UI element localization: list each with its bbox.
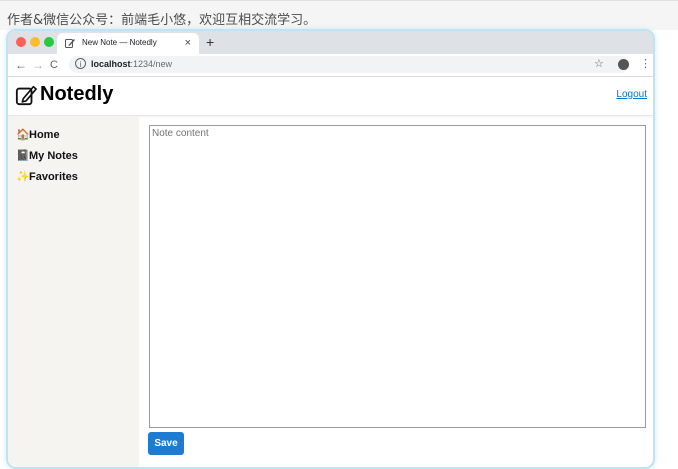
caption-bar: 作者&微信公众号：前端毛小悠，欢迎互相交流学习。 — [0, 0, 678, 30]
memo-logo-icon — [15, 85, 37, 106]
url-path: :1234/new — [130, 59, 173, 69]
back-icon[interactable]: ← — [15, 57, 27, 73]
sidebar-item-label: Home — [29, 129, 60, 141]
sidebar-item-label: My Notes — [29, 150, 78, 162]
url-host: localhost — [91, 59, 131, 69]
sidebar: 🏠Home 📓My Notes ✨Favorites — [8, 116, 139, 467]
close-tab-icon[interactable]: × — [185, 36, 191, 50]
new-tab-button[interactable]: + — [206, 33, 214, 51]
close-window-button[interactable] — [16, 37, 26, 47]
url-field[interactable]: i localhost:1234/new — [69, 56, 629, 73]
sidebar-item-favorites[interactable]: ✨Favorites — [16, 170, 78, 183]
memo-icon — [65, 39, 75, 48]
sidebar-item-home[interactable]: 🏠Home — [16, 128, 60, 141]
browser-window: New Note — Notedly × + ← → C i localhost… — [8, 31, 653, 467]
bookmark-star-icon[interactable]: ☆ — [594, 57, 604, 71]
sidebar-item-label: Favorites — [29, 171, 78, 183]
notebook-icon: 📓 — [16, 150, 30, 162]
note-content-textarea[interactable] — [149, 125, 646, 428]
logout-link[interactable]: Logout — [616, 89, 647, 100]
save-button[interactable]: Save — [148, 432, 184, 455]
info-icon[interactable]: i — [75, 58, 86, 69]
tab-title: New Note — Notedly — [82, 38, 157, 47]
sidebar-item-my-notes[interactable]: 📓My Notes — [16, 149, 78, 162]
browser-menu-icon[interactable]: ⋮ — [640, 57, 651, 71]
app-logo[interactable]: Notedly — [40, 83, 113, 106]
minimize-window-button[interactable] — [30, 37, 40, 47]
reload-icon[interactable]: C — [50, 57, 58, 73]
tab-new-note[interactable]: New Note — Notedly × — [57, 33, 199, 54]
forward-icon[interactable]: → — [32, 57, 44, 73]
app-header: Notedly Logout — [8, 77, 653, 116]
profile-avatar[interactable] — [618, 59, 629, 70]
maximize-window-button[interactable] — [44, 37, 54, 47]
tab-strip: New Note — Notedly × + — [8, 31, 653, 54]
star-glowing-icon: ✨ — [16, 171, 30, 183]
house-icon: 🏠 — [16, 129, 30, 141]
address-bar: ← → C i localhost:1234/new ☆ ⋮ — [8, 54, 653, 77]
caption-text: 作者&微信公众号：前端毛小悠，欢迎互相交流学习。 — [7, 13, 317, 28]
url-text: localhost:1234/new — [91, 59, 172, 69]
